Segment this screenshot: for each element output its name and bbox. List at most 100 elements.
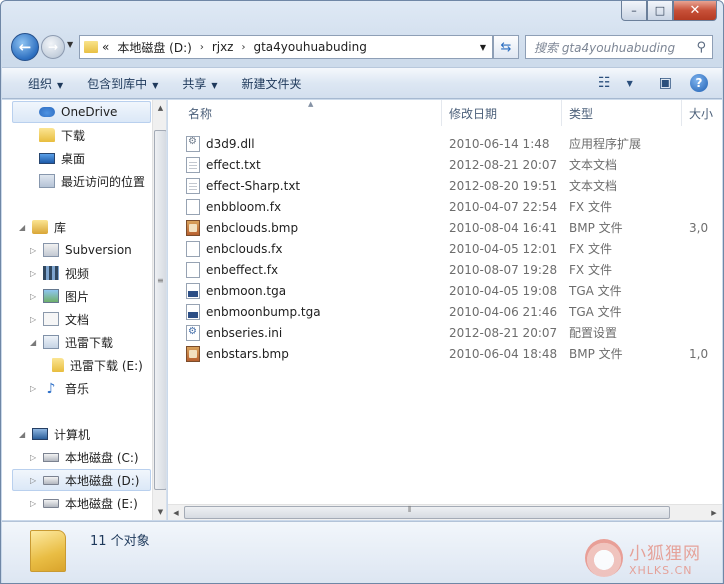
nav-item-thunder-download-e[interactable]: 迅雷下载 (E:)	[52, 354, 143, 376]
file-row[interactable]: enbmoonbump.tga 2010-04-06 21:46 TGA 文件	[186, 301, 716, 322]
collapsed-arrow-icon[interactable]: ▷	[30, 292, 40, 301]
scroll-left-icon[interactable]: ◀	[168, 505, 184, 520]
nav-item-videos[interactable]: ▷ 视频	[30, 262, 89, 284]
file-row[interactable]: enbbloom.fx 2010-04-07 22:54 FX 文件	[186, 196, 716, 217]
breadcrumb-separator-icon[interactable]: ›	[241, 42, 245, 53]
onedrive-icon	[39, 107, 55, 117]
file-date: 2010-06-04 18:48	[449, 346, 558, 361]
file-list-horizontal-scrollbar[interactable]: ◀ ⦀ ▶	[168, 504, 722, 520]
breadcrumb-separator-icon[interactable]: ›	[200, 42, 204, 53]
nav-item-libraries[interactable]: ◢ 库	[19, 216, 66, 238]
breadcrumb-overflow[interactable]: «	[102, 40, 109, 54]
address-bar[interactable]: « 本地磁盘 (D:) › rjxz › gta4youhuabuding ▼	[79, 35, 493, 59]
navpane-vertical-scrollbar[interactable]: ▲ ≡ ▼	[152, 100, 166, 520]
collapsed-arrow-icon[interactable]: ▷	[30, 499, 40, 508]
breadcrumb-rjxz[interactable]: rjxz	[212, 40, 234, 54]
file-row[interactable]: enbseries.ini 2012-08-21 20:07 配置设置	[186, 322, 716, 343]
scroll-right-icon[interactable]: ▶	[706, 505, 722, 520]
watermark-text: 小狐狸网 XHLKS.CN	[629, 539, 701, 577]
file-type: FX 文件	[569, 242, 612, 256]
view-options-icon[interactable]: ☷	[598, 75, 611, 91]
nav-item-label: 迅雷下载	[65, 335, 114, 350]
file-row[interactable]: enbclouds.bmp 2010-08-04 16:41 BMP 文件 3,0	[186, 217, 716, 238]
column-header-label: 修改日期	[449, 106, 498, 121]
minimize-button[interactable]: –	[621, 1, 647, 21]
help-icon[interactable]: ?	[690, 74, 708, 92]
nav-item-recent-places[interactable]: 最近访问的位置	[39, 170, 145, 192]
file-type: FX 文件	[569, 263, 612, 277]
nav-item-drive-d[interactable]: ▷ 本地磁盘 (D:)	[12, 469, 151, 491]
nav-item-subversion[interactable]: ▷ Subversion	[30, 239, 132, 261]
expanded-arrow-icon[interactable]: ◢	[30, 338, 40, 347]
new-folder-button[interactable]: 新建文件夹	[230, 75, 314, 92]
column-header-name[interactable]: 名称	[168, 100, 442, 126]
file-size: 1,0	[689, 346, 709, 361]
scrollbar-thumb[interactable]	[184, 506, 670, 519]
file-type: 文本文档	[569, 158, 618, 172]
tga-file-icon	[186, 303, 200, 320]
documents-icon	[43, 312, 59, 326]
share-menu[interactable]: 共享 ▼	[170, 75, 229, 92]
scroll-up-icon[interactable]: ▲	[153, 100, 166, 116]
desktop-icon	[39, 152, 55, 164]
address-history-dropdown[interactable]: ▼	[474, 36, 492, 58]
file-row[interactable]: enbstars.bmp 2010-06-04 18:48 BMP 文件 1,0	[186, 343, 716, 364]
folder-icon	[52, 358, 64, 372]
nav-item-thunder-download[interactable]: ◢ 迅雷下载	[30, 331, 113, 353]
column-header-size[interactable]: 大小	[682, 100, 722, 126]
file-row[interactable]: enbeffect.fx 2010-08-07 19:28 FX 文件	[186, 259, 716, 280]
nav-item-label: 桌面	[61, 151, 86, 166]
nav-item-onedrive[interactable]: OneDrive	[12, 101, 151, 123]
fx-file-icon	[186, 261, 200, 278]
forward-button[interactable]: →	[41, 35, 65, 59]
collapsed-arrow-icon[interactable]: ▷	[30, 246, 40, 255]
preview-pane-icon[interactable]: ▣	[659, 75, 672, 91]
recent-pages-dropdown[interactable]: ▼	[67, 40, 73, 49]
nav-item-label: 最近访问的位置	[61, 174, 146, 189]
refresh-button[interactable]: ⇆	[493, 35, 519, 59]
breadcrumb-gta4youhuabuding[interactable]: gta4youhuabuding	[253, 40, 366, 54]
file-row[interactable]: d3d9.dll 2010-06-14 1:48 应用程序扩展	[186, 133, 716, 154]
nav-item-pictures[interactable]: ▷ 图片	[30, 285, 89, 307]
collapsed-arrow-icon[interactable]: ▷	[30, 269, 40, 278]
organize-menu[interactable]: 组织 ▼	[16, 75, 75, 92]
nav-item-desktop[interactable]: 桌面	[39, 147, 85, 169]
search-input[interactable]: 搜索 gta4youhuabuding ⚲	[525, 35, 713, 59]
nav-item-label: OneDrive	[61, 105, 118, 119]
chevron-down-icon[interactable]: ▼	[627, 79, 633, 88]
scrollbar-thumb[interactable]	[154, 130, 166, 490]
expanded-arrow-icon[interactable]: ◢	[19, 430, 29, 439]
collapsed-arrow-icon[interactable]: ▷	[30, 453, 40, 462]
file-row[interactable]: effect.txt 2012-08-21 20:07 文本文档	[186, 154, 716, 175]
nav-item-drive-e[interactable]: ▷ 本地磁盘 (E:)	[30, 492, 138, 514]
chevron-down-icon: ▼	[211, 80, 218, 90]
nav-item-downloads[interactable]: 下载	[39, 124, 85, 146]
maximize-button[interactable]: □	[647, 1, 673, 21]
search-icon[interactable]: ⚲	[696, 40, 706, 55]
breadcrumb-drive-d[interactable]: 本地磁盘 (D:)	[117, 39, 191, 56]
nav-item-computer[interactable]: ◢ 计算机	[19, 423, 90, 445]
folder-icon	[30, 530, 66, 572]
nav-item-music[interactable]: ▷ ♪ 音乐	[30, 377, 89, 399]
file-row[interactable]: enbmoon.tga 2010-04-05 19:08 TGA 文件	[186, 280, 716, 301]
collapsed-arrow-icon[interactable]: ▷	[30, 384, 40, 393]
nav-item-documents[interactable]: ▷ 文档	[30, 308, 89, 330]
nav-item-drive-c[interactable]: ▷ 本地磁盘 (C:)	[30, 446, 139, 468]
file-row[interactable]: effect-Sharp.txt 2012-08-20 19:51 文本文档	[186, 175, 716, 196]
file-name: enbstars.bmp	[206, 346, 289, 361]
file-row[interactable]: enbclouds.fx 2010-04-05 12:01 FX 文件	[186, 238, 716, 259]
share-label: 共享	[182, 76, 207, 91]
column-headers: ▲ 名称 修改日期 类型 大小	[168, 100, 722, 126]
file-type: 文本文档	[569, 179, 618, 193]
expanded-arrow-icon[interactable]: ◢	[19, 223, 29, 232]
collapsed-arrow-icon[interactable]: ▷	[30, 476, 40, 485]
column-header-type[interactable]: 类型	[562, 100, 682, 126]
nav-item-label: 文档	[65, 312, 90, 327]
collapsed-arrow-icon[interactable]: ▷	[30, 315, 40, 324]
include-in-library-menu[interactable]: 包含到库中 ▼	[75, 75, 170, 92]
scroll-down-icon[interactable]: ▼	[153, 504, 166, 520]
column-header-date[interactable]: 修改日期	[442, 100, 562, 126]
back-button[interactable]: ←	[11, 33, 39, 61]
dll-file-icon	[186, 135, 200, 152]
close-button[interactable]: ✕	[673, 1, 717, 21]
